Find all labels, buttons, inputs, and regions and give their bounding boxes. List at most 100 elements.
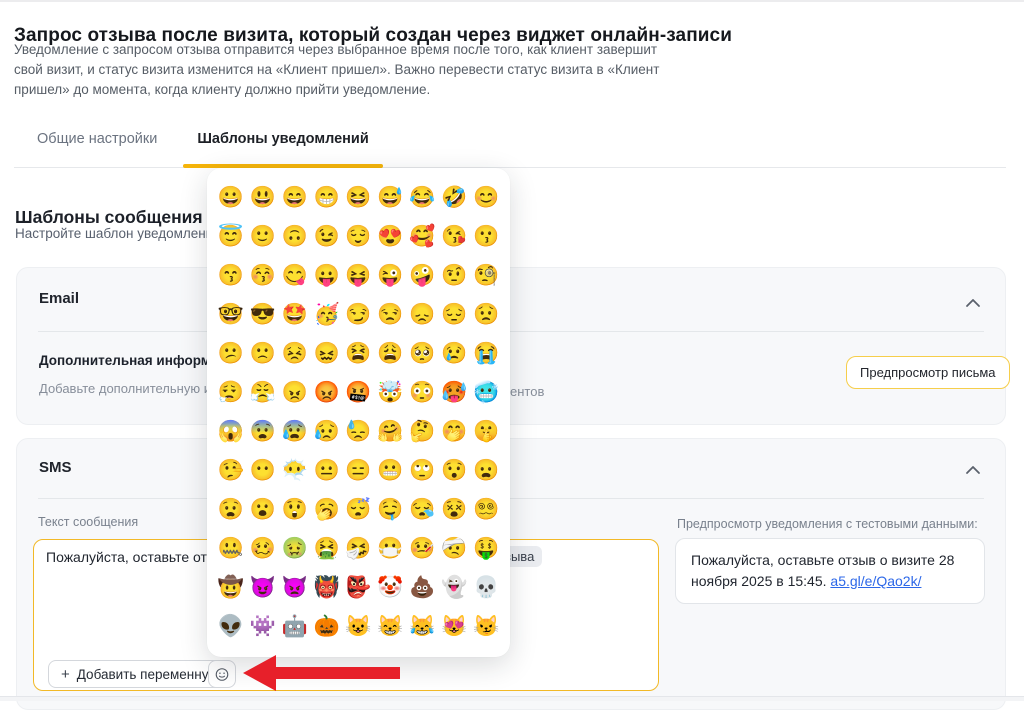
emoji-item[interactable]: 😞 [406, 295, 438, 334]
sms-collapse-chevron-up-icon[interactable] [965, 465, 981, 475]
emoji-item[interactable]: 😟 [470, 295, 502, 334]
emoji-item[interactable]: 😮 [247, 490, 279, 529]
emoji-item[interactable]: 😀 [215, 178, 247, 217]
emoji-item[interactable]: 😼 [470, 607, 502, 646]
emoji-item[interactable]: 😸 [374, 607, 406, 646]
email-preview-button[interactable]: Предпросмотр письма [846, 356, 1010, 389]
emoji-item[interactable]: 😐 [311, 451, 343, 490]
emoji-item[interactable]: 😴 [343, 490, 375, 529]
emoji-item[interactable]: 😃 [247, 178, 279, 217]
emoji-item[interactable]: 😙 [215, 256, 247, 295]
emoji-item[interactable]: 🎃 [311, 607, 343, 646]
emoji-item[interactable]: 😌 [343, 217, 375, 256]
email-collapse-chevron-up-icon[interactable] [965, 298, 981, 308]
emoji-item[interactable]: 😵‍💫 [470, 490, 502, 529]
emoji-item[interactable]: 😯 [438, 451, 470, 490]
emoji-item[interactable]: 😱 [215, 412, 247, 451]
emoji-item[interactable]: 🤯 [374, 373, 406, 412]
emoji-item[interactable]: 🤤 [374, 490, 406, 529]
emoji-item[interactable]: 😵 [438, 490, 470, 529]
emoji-item[interactable]: 😁 [311, 178, 343, 217]
emoji-item[interactable]: 🧐 [470, 256, 502, 295]
emoji-item[interactable]: 😆 [343, 178, 375, 217]
emoji-item[interactable]: 🤓 [215, 295, 247, 334]
emoji-item[interactable]: 😗 [470, 217, 502, 256]
emoji-item[interactable]: 🤥 [215, 451, 247, 490]
emoji-item[interactable]: 🤢 [279, 529, 311, 568]
emoji-item[interactable]: 😝 [343, 256, 375, 295]
emoji-item[interactable]: 🥰 [406, 217, 438, 256]
emoji-item[interactable]: 😺 [343, 607, 375, 646]
emoji-item[interactable]: 🤨 [438, 256, 470, 295]
emoji-item[interactable]: 😭 [470, 334, 502, 373]
emoji-item[interactable]: 🤒 [406, 529, 438, 568]
tab-notification-templates[interactable]: Шаблоны уведомлений [197, 131, 368, 147]
emoji-item[interactable]: 🤭 [438, 412, 470, 451]
emoji-item[interactable]: 😍 [374, 217, 406, 256]
emoji-item[interactable]: 😩 [374, 334, 406, 373]
emoji-item[interactable]: 😈 [247, 568, 279, 607]
emoji-item[interactable]: 😣 [279, 334, 311, 373]
emoji-item[interactable]: 🥱 [311, 490, 343, 529]
emoji-item[interactable]: 🤑 [470, 529, 502, 568]
emoji-item[interactable]: 😶‍🌫️ [279, 451, 311, 490]
emoji-item[interactable]: 😊 [470, 178, 502, 217]
emoji-item[interactable]: 😎 [247, 295, 279, 334]
emoji-item[interactable]: 😧 [215, 490, 247, 529]
emoji-item[interactable]: 😻 [438, 607, 470, 646]
emoji-item[interactable]: 😳 [406, 373, 438, 412]
emoji-item[interactable]: 🤐 [215, 529, 247, 568]
emoji-item[interactable]: 😲 [279, 490, 311, 529]
emoji-item[interactable]: 👻 [438, 568, 470, 607]
emoji-item[interactable]: 😋 [279, 256, 311, 295]
emoji-item[interactable]: 😮‍💨 [215, 373, 247, 412]
emoji-item[interactable]: 🤪 [406, 256, 438, 295]
sms-preview-link[interactable]: a5.gl/e/Qao2k/ [830, 573, 921, 589]
emoji-item[interactable]: 😢 [438, 334, 470, 373]
emoji-item[interactable]: 😨 [247, 412, 279, 451]
add-variable-button[interactable]: + Добавить переменную [48, 660, 232, 688]
emoji-item[interactable]: 😒 [374, 295, 406, 334]
emoji-item[interactable]: 😰 [279, 412, 311, 451]
emoji-item[interactable]: 😹 [406, 607, 438, 646]
emoji-item[interactable]: 😠 [279, 373, 311, 412]
emoji-item[interactable]: 😇 [215, 217, 247, 256]
emoji-item[interactable]: 🥺 [406, 334, 438, 373]
emoji-item[interactable]: 💀 [470, 568, 502, 607]
emoji-item[interactable]: 😓 [343, 412, 375, 451]
emoji-item[interactable]: 😄 [279, 178, 311, 217]
emoji-item[interactable]: 🙄 [406, 451, 438, 490]
emoji-item[interactable]: 😬 [374, 451, 406, 490]
emoji-item[interactable]: 😚 [247, 256, 279, 295]
emoji-item[interactable]: 👹 [311, 568, 343, 607]
emoji-item[interactable]: 🤔 [406, 412, 438, 451]
emoji-item[interactable]: 😅 [374, 178, 406, 217]
emoji-item[interactable]: 😛 [311, 256, 343, 295]
emoji-item[interactable]: 😥 [311, 412, 343, 451]
emoji-item[interactable]: 😜 [374, 256, 406, 295]
emoji-item[interactable]: 😦 [470, 451, 502, 490]
emoji-item[interactable]: 🥴 [247, 529, 279, 568]
emoji-item[interactable]: 🥶 [470, 373, 502, 412]
emoji-item[interactable]: 😪 [406, 490, 438, 529]
emoji-item[interactable]: 🤖 [279, 607, 311, 646]
emoji-item[interactable]: 🤬 [343, 373, 375, 412]
emoji-item[interactable]: 🙂 [247, 217, 279, 256]
emoji-item[interactable]: 👾 [247, 607, 279, 646]
emoji-item[interactable]: 🙁 [247, 334, 279, 373]
emoji-item[interactable]: 😉 [311, 217, 343, 256]
emoji-item[interactable]: 🤧 [343, 529, 375, 568]
emoji-item[interactable]: 🥵 [438, 373, 470, 412]
emoji-item[interactable]: 🙃 [279, 217, 311, 256]
emoji-item[interactable]: 🤕 [438, 529, 470, 568]
emoji-item[interactable]: 🤣 [438, 178, 470, 217]
emoji-item[interactable]: 😤 [247, 373, 279, 412]
emoji-item[interactable]: 🤫 [470, 412, 502, 451]
emoji-item[interactable]: 👺 [343, 568, 375, 607]
emoji-item[interactable]: 😑 [343, 451, 375, 490]
emoji-item[interactable]: 😖 [311, 334, 343, 373]
emoji-item[interactable]: 👽 [215, 607, 247, 646]
emoji-item[interactable]: 😘 [438, 217, 470, 256]
emoji-item[interactable]: 😏 [343, 295, 375, 334]
emoji-item[interactable]: 🤗 [374, 412, 406, 451]
